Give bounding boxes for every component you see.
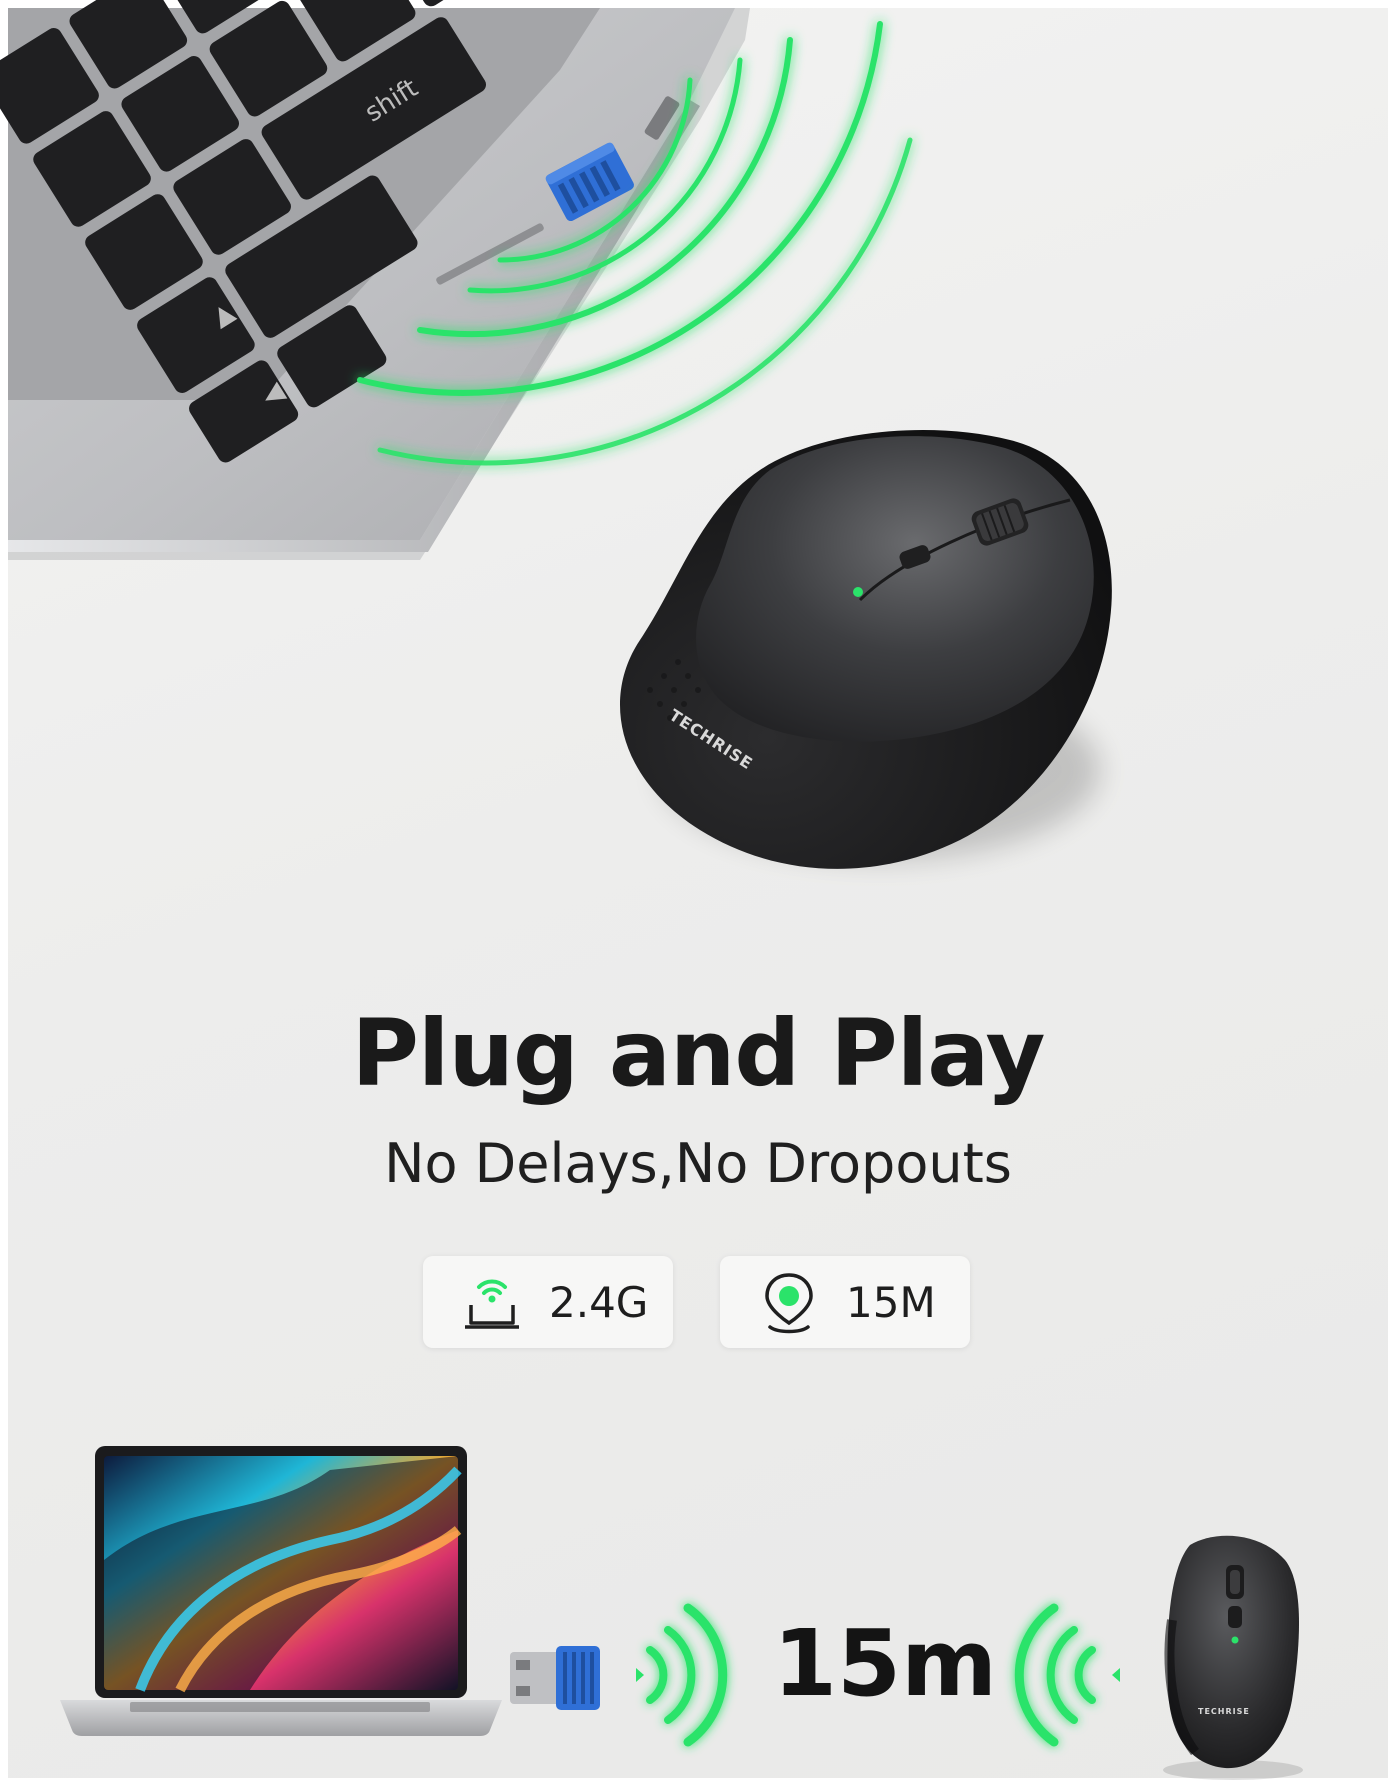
usb-receiver-illustration [510,1646,600,1710]
range-label: 15m [773,1610,997,1717]
badge-range: 15M [720,1256,970,1348]
badge-frequency: 2.4G [423,1256,673,1348]
status-led [853,587,863,597]
signal-arrow-left [636,1668,644,1682]
signal-waves-right [1014,1603,1096,1747]
laptop-illustration [60,1446,502,1736]
mouse-illustration: TECHRISE [1163,1535,1303,1780]
signal-waves-left [646,1603,728,1747]
signal-arrow-right [1112,1668,1120,1682]
laptop-wifi-icon [465,1279,519,1329]
bottom-scene: TECHRISE [60,1446,1303,1780]
top-scene: delete enter return shift ▲ ◀ [0,0,1112,869]
mouse-illustration-logo: TECHRISE [1198,1707,1250,1716]
headline: Plug and Play [351,1000,1046,1107]
badge-frequency-label: 2.4G [549,1277,649,1327]
badge-range-label: 15M [846,1277,936,1327]
laptop-corner: delete enter return shift ▲ ◀ [0,0,750,560]
product-image: delete enter return shift ▲ ◀ [0,0,1396,1786]
location-pin-icon [765,1273,813,1334]
subhead: No Delays,No Dropouts [384,1132,1012,1195]
